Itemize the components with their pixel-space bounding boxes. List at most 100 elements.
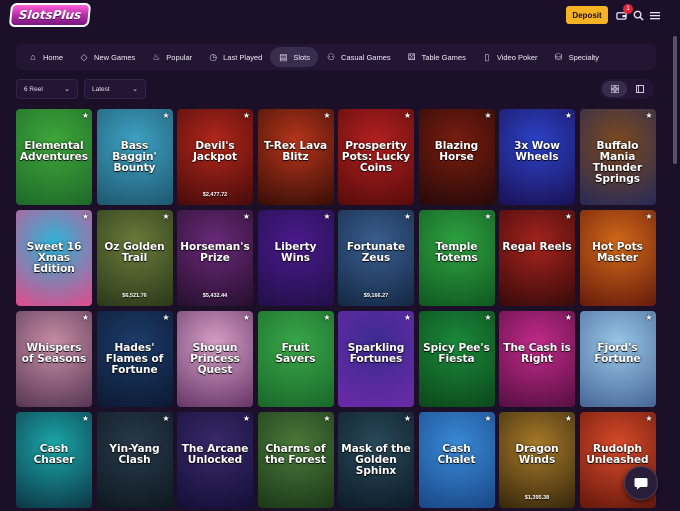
favorite-star-icon[interactable]: ★: [645, 212, 652, 221]
game-tile[interactable]: Devil's Jackpot $2,477.72 ★: [177, 109, 253, 205]
reel-filter-select[interactable]: 6 Reel ⌄: [16, 79, 78, 99]
game-tile[interactable]: Cash Chaser ★: [16, 412, 92, 508]
favorite-star-icon[interactable]: ★: [484, 111, 491, 120]
favorite-star-icon[interactable]: ★: [323, 313, 330, 322]
game-tile[interactable]: T-Rex Lava Blitz ★: [257, 109, 334, 205]
game-tile[interactable]: Whispers of Seasons ★: [16, 311, 92, 407]
favorite-star-icon[interactable]: ★: [565, 414, 572, 423]
game-tile[interactable]: Mask of the Golden Sphinx ★: [338, 412, 414, 508]
game-tile[interactable]: Sparkling Fortunes ★: [338, 311, 414, 407]
game-tile[interactable]: 3x Wow Wheels ★: [499, 109, 575, 205]
game-tile[interactable]: Yin-Yang Clash ★: [96, 412, 173, 508]
game-tile[interactable]: Fortunate Zeus $9,166.27 ★: [338, 210, 414, 306]
game-title: Fruit Savers: [275, 342, 316, 365]
game-tile[interactable]: Regal Reels ★: [499, 210, 575, 306]
game-tile[interactable]: The Cash is Right ★: [499, 311, 575, 407]
favorite-star-icon[interactable]: ★: [162, 313, 169, 322]
gamepad-icon: ⚇: [326, 51, 336, 62]
game-tile[interactable]: The Arcane Unlocked ★: [177, 412, 253, 508]
favorite-star-icon[interactable]: ★: [162, 111, 169, 120]
game-tile[interactable]: Sweet 16 Xmas Edition ★: [16, 210, 92, 306]
nav-label: New Games: [94, 52, 136, 62]
hamburger-menu-icon[interactable]: [648, 8, 662, 22]
favorite-star-icon[interactable]: ★: [323, 111, 330, 120]
favorite-star-icon[interactable]: ★: [82, 414, 89, 423]
game-tile[interactable]: Prosperity Pots: Lucky Coins ★: [338, 109, 414, 205]
favorite-star-icon[interactable]: ★: [404, 212, 411, 221]
nav-table-games[interactable]: ⚄ Table Games: [399, 47, 474, 67]
game-tile[interactable]: Temple Totems ★: [418, 210, 495, 306]
nav-label: Video Poker: [496, 52, 538, 62]
nav-video-poker[interactable]: ▯ Video Poker: [474, 47, 546, 67]
favorite-star-icon[interactable]: ★: [645, 111, 652, 120]
scrollbar-thumb[interactable]: [673, 36, 677, 164]
favorite-star-icon[interactable]: ★: [484, 313, 491, 322]
chat-button[interactable]: [624, 466, 658, 500]
game-tile[interactable]: Liberty Wins ★: [257, 210, 334, 306]
game-tile[interactable]: Blazing Horse ★: [418, 109, 495, 205]
game-tile[interactable]: Charms of the Forest ★: [257, 412, 334, 508]
deposit-button[interactable]: Deposit: [566, 6, 608, 24]
list-view-icon[interactable]: [627, 81, 652, 97]
favorite-star-icon[interactable]: ★: [645, 414, 652, 423]
game-tile[interactable]: Spicy Pee's Fiesta ★: [418, 311, 495, 407]
favorite-star-icon[interactable]: ★: [82, 313, 89, 322]
game-title: The Cash is Right: [503, 342, 571, 365]
favorite-star-icon[interactable]: ★: [565, 313, 572, 322]
nav-home[interactable]: ⌂ Home: [20, 47, 71, 67]
nav-new-games[interactable]: ◇ New Games: [71, 47, 143, 67]
search-icon[interactable]: [631, 8, 645, 22]
favorite-star-icon[interactable]: ★: [645, 313, 652, 322]
game-tile[interactable]: Dragon Winds $1,395.38 ★: [499, 412, 575, 508]
favorite-star-icon[interactable]: ★: [162, 212, 169, 221]
grid-view-icon[interactable]: [602, 81, 627, 97]
favorite-star-icon[interactable]: ★: [484, 414, 491, 423]
specialty-icon: ⛁: [554, 51, 563, 62]
view-toggle: [600, 79, 654, 99]
sort-value: Latest: [92, 85, 110, 93]
nav-slots[interactable]: ▤ Slots: [270, 47, 319, 67]
favorite-star-icon[interactable]: ★: [323, 414, 330, 423]
favorite-star-icon[interactable]: ★: [323, 212, 330, 221]
sort-select[interactable]: Latest ⌄: [84, 79, 146, 99]
nav-last-played[interactable]: ◷ Last Played: [200, 47, 270, 67]
game-tile[interactable]: Shogun Princess Quest ★: [177, 311, 253, 407]
favorite-star-icon[interactable]: ★: [243, 414, 250, 423]
game-tile[interactable]: Fjord's Fortune ★: [579, 311, 656, 407]
game-tile[interactable]: Buffalo Mania Thunder Springs ★: [579, 109, 656, 205]
favorite-star-icon[interactable]: ★: [82, 111, 89, 120]
game-tile[interactable]: Fruit Savers ★: [257, 311, 334, 407]
favorite-star-icon[interactable]: ★: [243, 313, 250, 322]
reel-filter-value: 6 Reel: [24, 85, 43, 93]
diamond-icon: ◇: [80, 51, 88, 62]
game-tile[interactable]: Hot Pots Master ★: [579, 210, 656, 306]
game-tile[interactable]: Elemental Adventures ★: [16, 109, 92, 205]
game-grid: Elemental Adventures ★ Bass Baggin' Bounty…: [16, 109, 656, 508]
favorite-star-icon[interactable]: ★: [404, 414, 411, 423]
favorite-star-icon[interactable]: ★: [243, 212, 250, 221]
favorite-star-icon[interactable]: ★: [484, 212, 491, 221]
favorite-star-icon[interactable]: ★: [565, 212, 572, 221]
chevron-down-icon: ⌄: [64, 86, 70, 93]
favorite-star-icon[interactable]: ★: [404, 111, 411, 120]
favorite-star-icon[interactable]: ★: [243, 111, 250, 120]
favorite-star-icon[interactable]: ★: [162, 414, 169, 423]
game-tile[interactable]: Oz Golden Trail $6,521.76 ★: [96, 210, 173, 306]
game-tile[interactable]: Bass Baggin' Bounty ★: [96, 109, 173, 205]
favorite-star-icon[interactable]: ★: [565, 111, 572, 120]
nav-label: Slots: [293, 52, 311, 62]
slotsplus-logo[interactable]: SlotsPlus: [8, 3, 92, 27]
nav-popular[interactable]: ♨ Popular: [143, 47, 200, 67]
game-title: Cash Chaser: [33, 443, 75, 466]
chat-icon: [634, 477, 648, 489]
favorite-star-icon[interactable]: ★: [82, 212, 89, 221]
game-tile[interactable]: Cash Chalet ★: [418, 412, 495, 508]
favorite-star-icon[interactable]: ★: [404, 313, 411, 322]
game-tile[interactable]: Hades' Flames of Fortune ★: [96, 311, 173, 407]
game-title: Spicy Pee's Fiesta: [423, 342, 490, 365]
game-title: Cash Chalet: [437, 443, 476, 466]
nav-specialty[interactable]: ⛁ Specialty: [546, 47, 607, 67]
nav-casual-games[interactable]: ⚇ Casual Games: [318, 47, 399, 67]
game-title: Regal Reels: [502, 241, 572, 253]
game-tile[interactable]: Horseman's Prize $5,432.44 ★: [177, 210, 253, 306]
